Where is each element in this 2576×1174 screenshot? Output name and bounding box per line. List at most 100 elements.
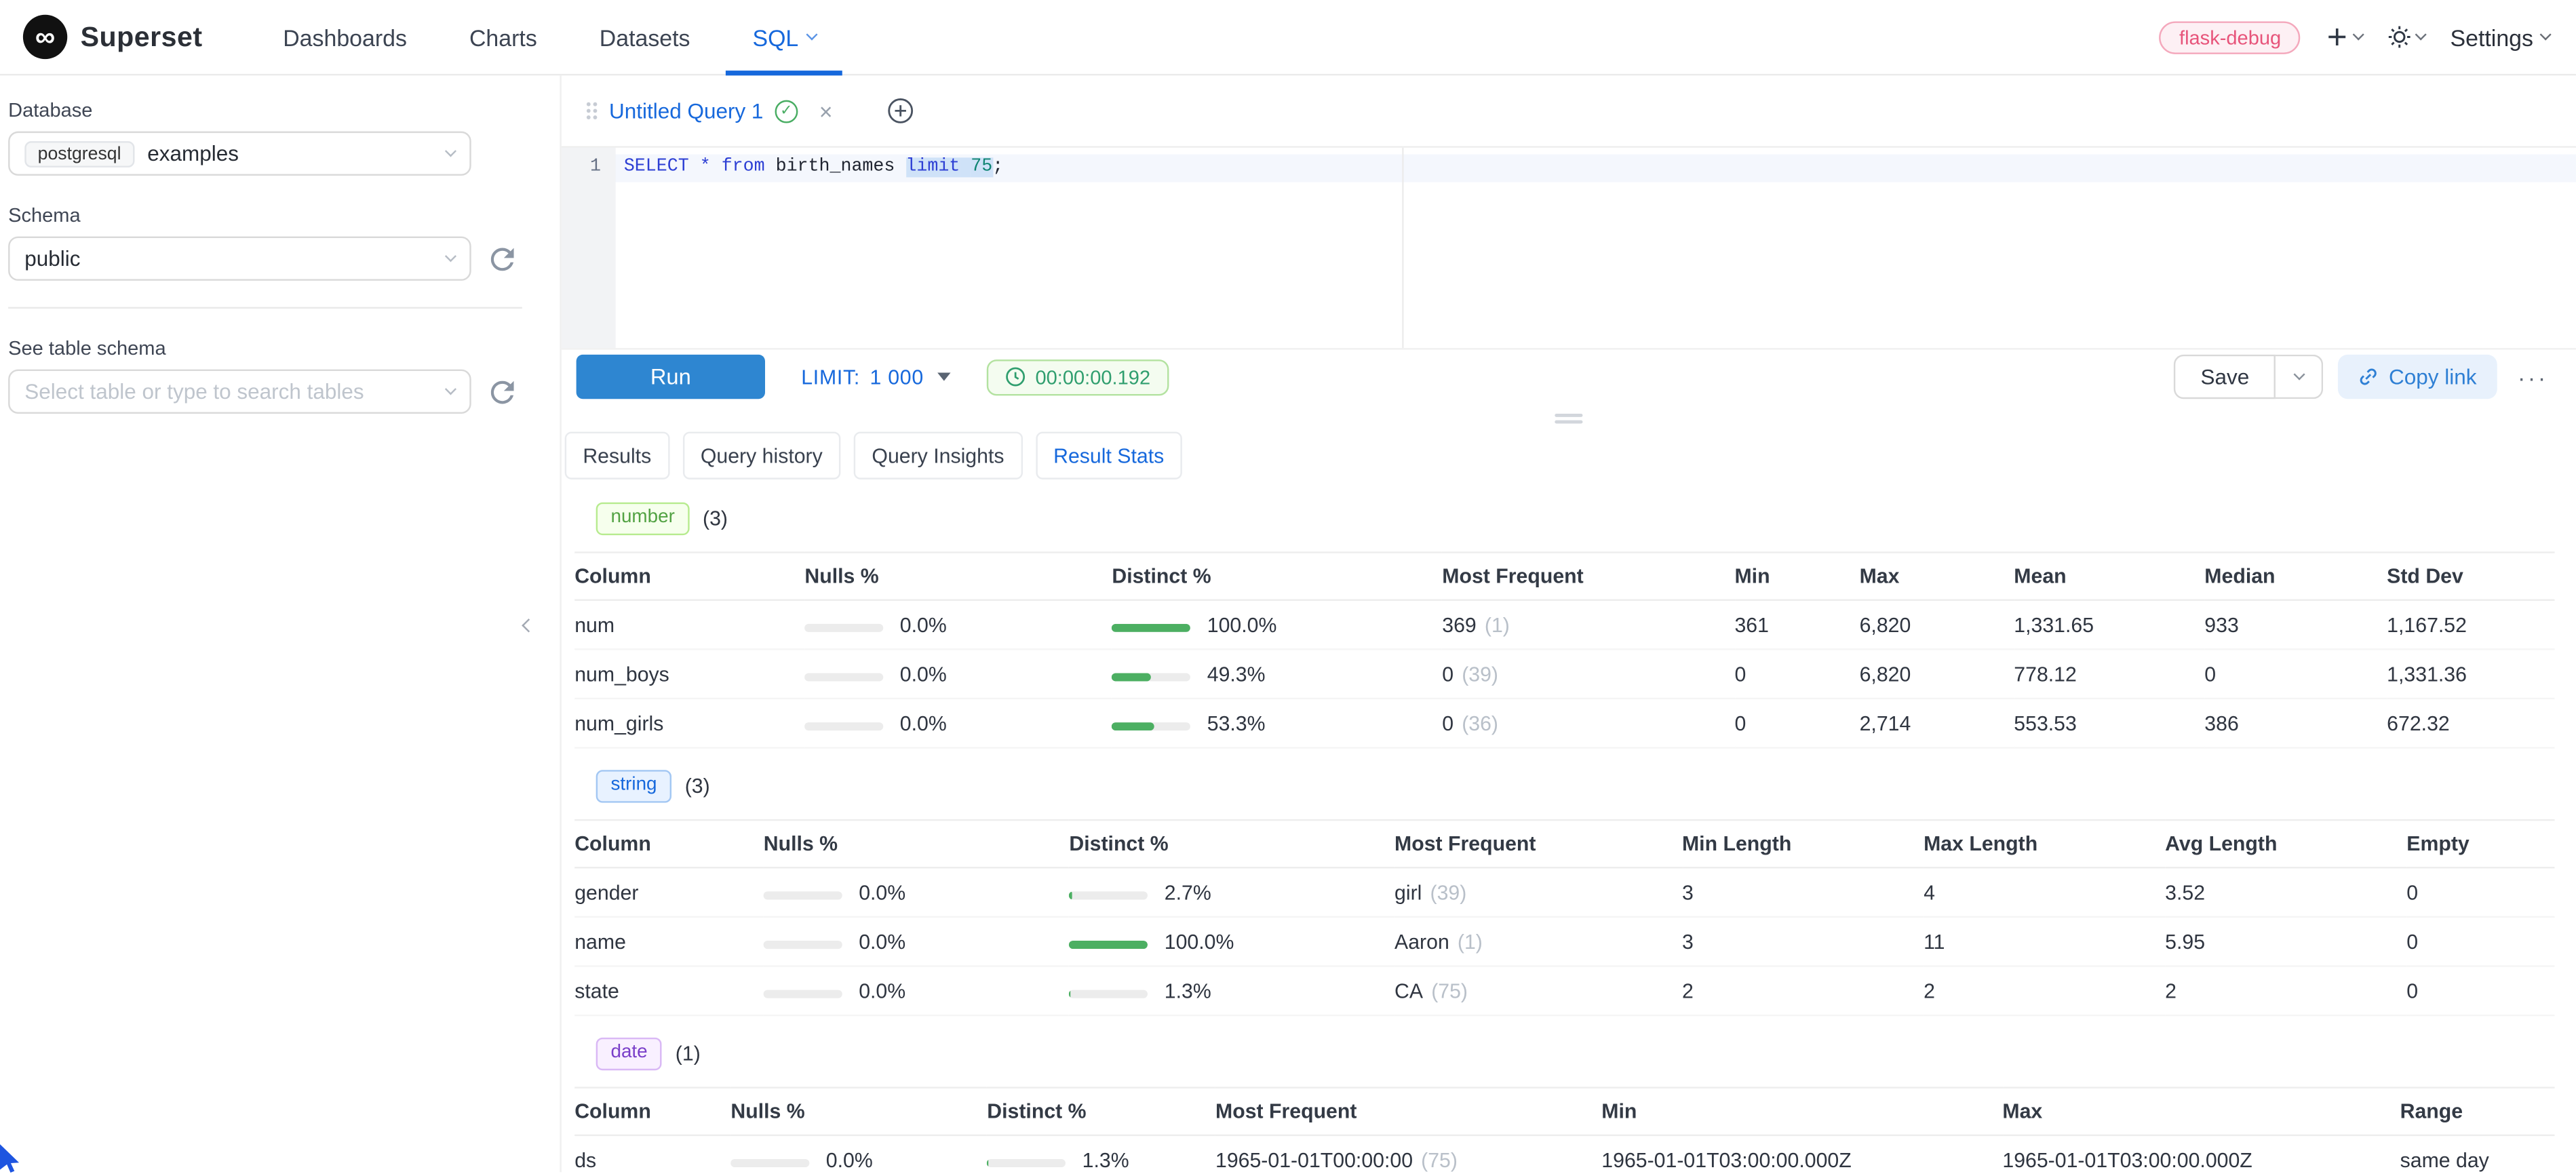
column-header: Mean <box>2014 553 2204 600</box>
percent-label: 0.0% <box>859 881 905 904</box>
superset-brand[interactable]: ∞ Superset <box>23 15 203 59</box>
column-count: (3) <box>703 507 728 530</box>
table-cell: 4 <box>1924 867 2165 917</box>
table-cell: 6,820 <box>1860 600 2014 650</box>
nav-item-label: SQL <box>752 24 798 50</box>
column-header: Most Frequent <box>1394 820 1682 867</box>
tab-query-history[interactable]: Query history <box>682 432 840 480</box>
query-tab[interactable]: Untitled Query 1 <box>577 98 842 123</box>
copy-link-button[interactable]: Copy link <box>2338 355 2497 399</box>
table-select-placeholder: Select table or type to search tables <box>24 379 364 404</box>
superset-sql-lab: ∞ Superset DashboardsCharts Datasets SQL f… <box>0 0 2576 1172</box>
nav-item-label: Datasets <box>600 24 690 50</box>
nav-item-sql[interactable]: SQL <box>721 0 847 75</box>
table-cell: 0(39) <box>1442 649 1734 699</box>
chevron-down-icon <box>806 28 818 40</box>
limit-dropdown[interactable]: LIMIT: 1 000 <box>801 366 950 389</box>
percent-bar <box>987 1158 1066 1167</box>
code-token <box>960 157 971 177</box>
nav-item-datasets[interactable]: Datasets <box>568 0 722 75</box>
table-cell: 1965-01-01T03:00:00.000Z <box>1601 1135 2002 1172</box>
code-line: SELECT * from birth_names limit 75; <box>624 155 2576 182</box>
percent-bar <box>804 722 883 730</box>
nav-item-charts[interactable]: Charts <box>438 0 568 75</box>
table-cell: 0 <box>1734 699 1859 748</box>
save-button[interactable]: Save <box>2174 355 2276 399</box>
pane-splitter[interactable] <box>562 404 2576 431</box>
table-cell: 0.0% <box>804 649 1112 699</box>
chevron-down-icon <box>445 250 456 262</box>
stats-table-date: ColumnNulls %Distinct %Most FrequentMinM… <box>574 1087 2554 1172</box>
save-button-group: Save <box>2174 355 2323 399</box>
chevron-down-icon <box>2416 28 2427 40</box>
table-cell: 2 <box>2165 966 2406 1016</box>
nav-item-dashboards[interactable]: Dashboards <box>252 0 438 75</box>
table-cell: 5.95 <box>2165 917 2406 966</box>
new-item-button[interactable] <box>2326 24 2364 49</box>
chevron-down-icon <box>2540 28 2552 40</box>
column-header: Most Frequent <box>1442 553 1734 600</box>
table-select[interactable]: Select table or type to search tables <box>8 370 471 414</box>
table-cell: 0 <box>2406 966 2554 1016</box>
percent-bar <box>1112 722 1190 730</box>
chevron-down-icon <box>445 145 456 157</box>
table-row: gender0.0%2.7%girl(39)343.520 <box>574 867 2554 917</box>
stats-table-string: ColumnNulls %Distinct %Most FrequentMin … <box>574 819 2554 1016</box>
percent-label: 1.3% <box>1165 979 1211 1002</box>
column-header: Min Length <box>1682 820 1924 867</box>
database-select[interactable]: postgresql examples <box>8 132 471 176</box>
line-number: 1 <box>562 155 601 182</box>
schema-label: Schema <box>8 203 536 227</box>
refresh-icon <box>491 247 514 270</box>
column-header: Empty <box>2406 820 2554 867</box>
table-cell: 361 <box>1734 600 1859 650</box>
top-navbar: ∞ Superset DashboardsCharts Datasets SQL f… <box>0 0 2576 75</box>
query-timer-badge: 00:00:00.192 <box>986 359 1169 395</box>
close-tab-icon[interactable] <box>819 99 833 122</box>
percent-bar <box>764 891 842 899</box>
refresh-tables-button[interactable] <box>491 380 514 403</box>
settings-label: Settings <box>2451 24 2533 50</box>
percent-label: 53.3% <box>1207 711 1266 735</box>
save-options-button[interactable] <box>2276 355 2323 399</box>
nav-menu: DashboardsCharts Datasets SQL <box>252 0 848 75</box>
chevron-down-icon <box>2292 369 2304 380</box>
column-header: Column <box>574 553 804 600</box>
percent-bar <box>804 672 883 680</box>
percent-bar <box>1069 891 1148 899</box>
tab-result-stats[interactable]: Result Stats <box>1035 432 1182 480</box>
editor-gutter: 1 <box>562 148 616 348</box>
theme-toggle-button[interactable] <box>2388 24 2426 49</box>
refresh-icon <box>491 380 514 403</box>
tab-query-insights[interactable]: Query Insights <box>854 432 1022 480</box>
sql-editor[interactable]: 1 SELECT * from birth_names limit 75; <box>562 148 2576 350</box>
percent-label: 100.0% <box>1207 613 1277 636</box>
table-row: num_boys0.0%49.3%0(39)06,820778.1201,331… <box>574 649 2554 699</box>
column-header: Nulls % <box>764 820 1070 867</box>
environment-badge: flask-debug <box>2160 20 2301 53</box>
percent-label: 100.0% <box>1165 930 1234 953</box>
table-cell: 11 <box>1924 917 2165 966</box>
plus-icon <box>2326 24 2350 49</box>
column-header: Min <box>1601 1088 2002 1135</box>
clock-icon <box>1004 366 1025 387</box>
editor-code-area[interactable]: SELECT * from birth_names limit 75; <box>616 148 2576 348</box>
add-query-tab-button[interactable] <box>886 97 914 125</box>
tab-results[interactable]: Results <box>565 432 669 480</box>
percent-bar <box>1112 672 1190 680</box>
refresh-schemas-button[interactable] <box>491 247 514 270</box>
code-token <box>689 157 700 177</box>
table-cell: gender <box>574 867 764 917</box>
sidebar-collapse-button[interactable] <box>517 612 540 639</box>
table-row: state0.0%1.3%CA(75)2220 <box>574 966 2554 1016</box>
more-options-button[interactable]: ··· <box>2511 364 2554 390</box>
code-token: birth_names <box>765 157 906 177</box>
limit-value: 1 000 <box>870 366 924 389</box>
column-header: Max <box>2002 1088 2400 1135</box>
schema-select[interactable]: public <box>8 237 471 281</box>
run-button[interactable]: Run <box>577 355 765 399</box>
column-header: Max <box>1860 553 2014 600</box>
settings-menu[interactable]: Settings <box>2451 24 2550 50</box>
copy-link-label: Copy link <box>2389 364 2476 389</box>
sqllab-main: Untitled Query 1 1 SELECT * from birth_n… <box>562 75 2576 1172</box>
